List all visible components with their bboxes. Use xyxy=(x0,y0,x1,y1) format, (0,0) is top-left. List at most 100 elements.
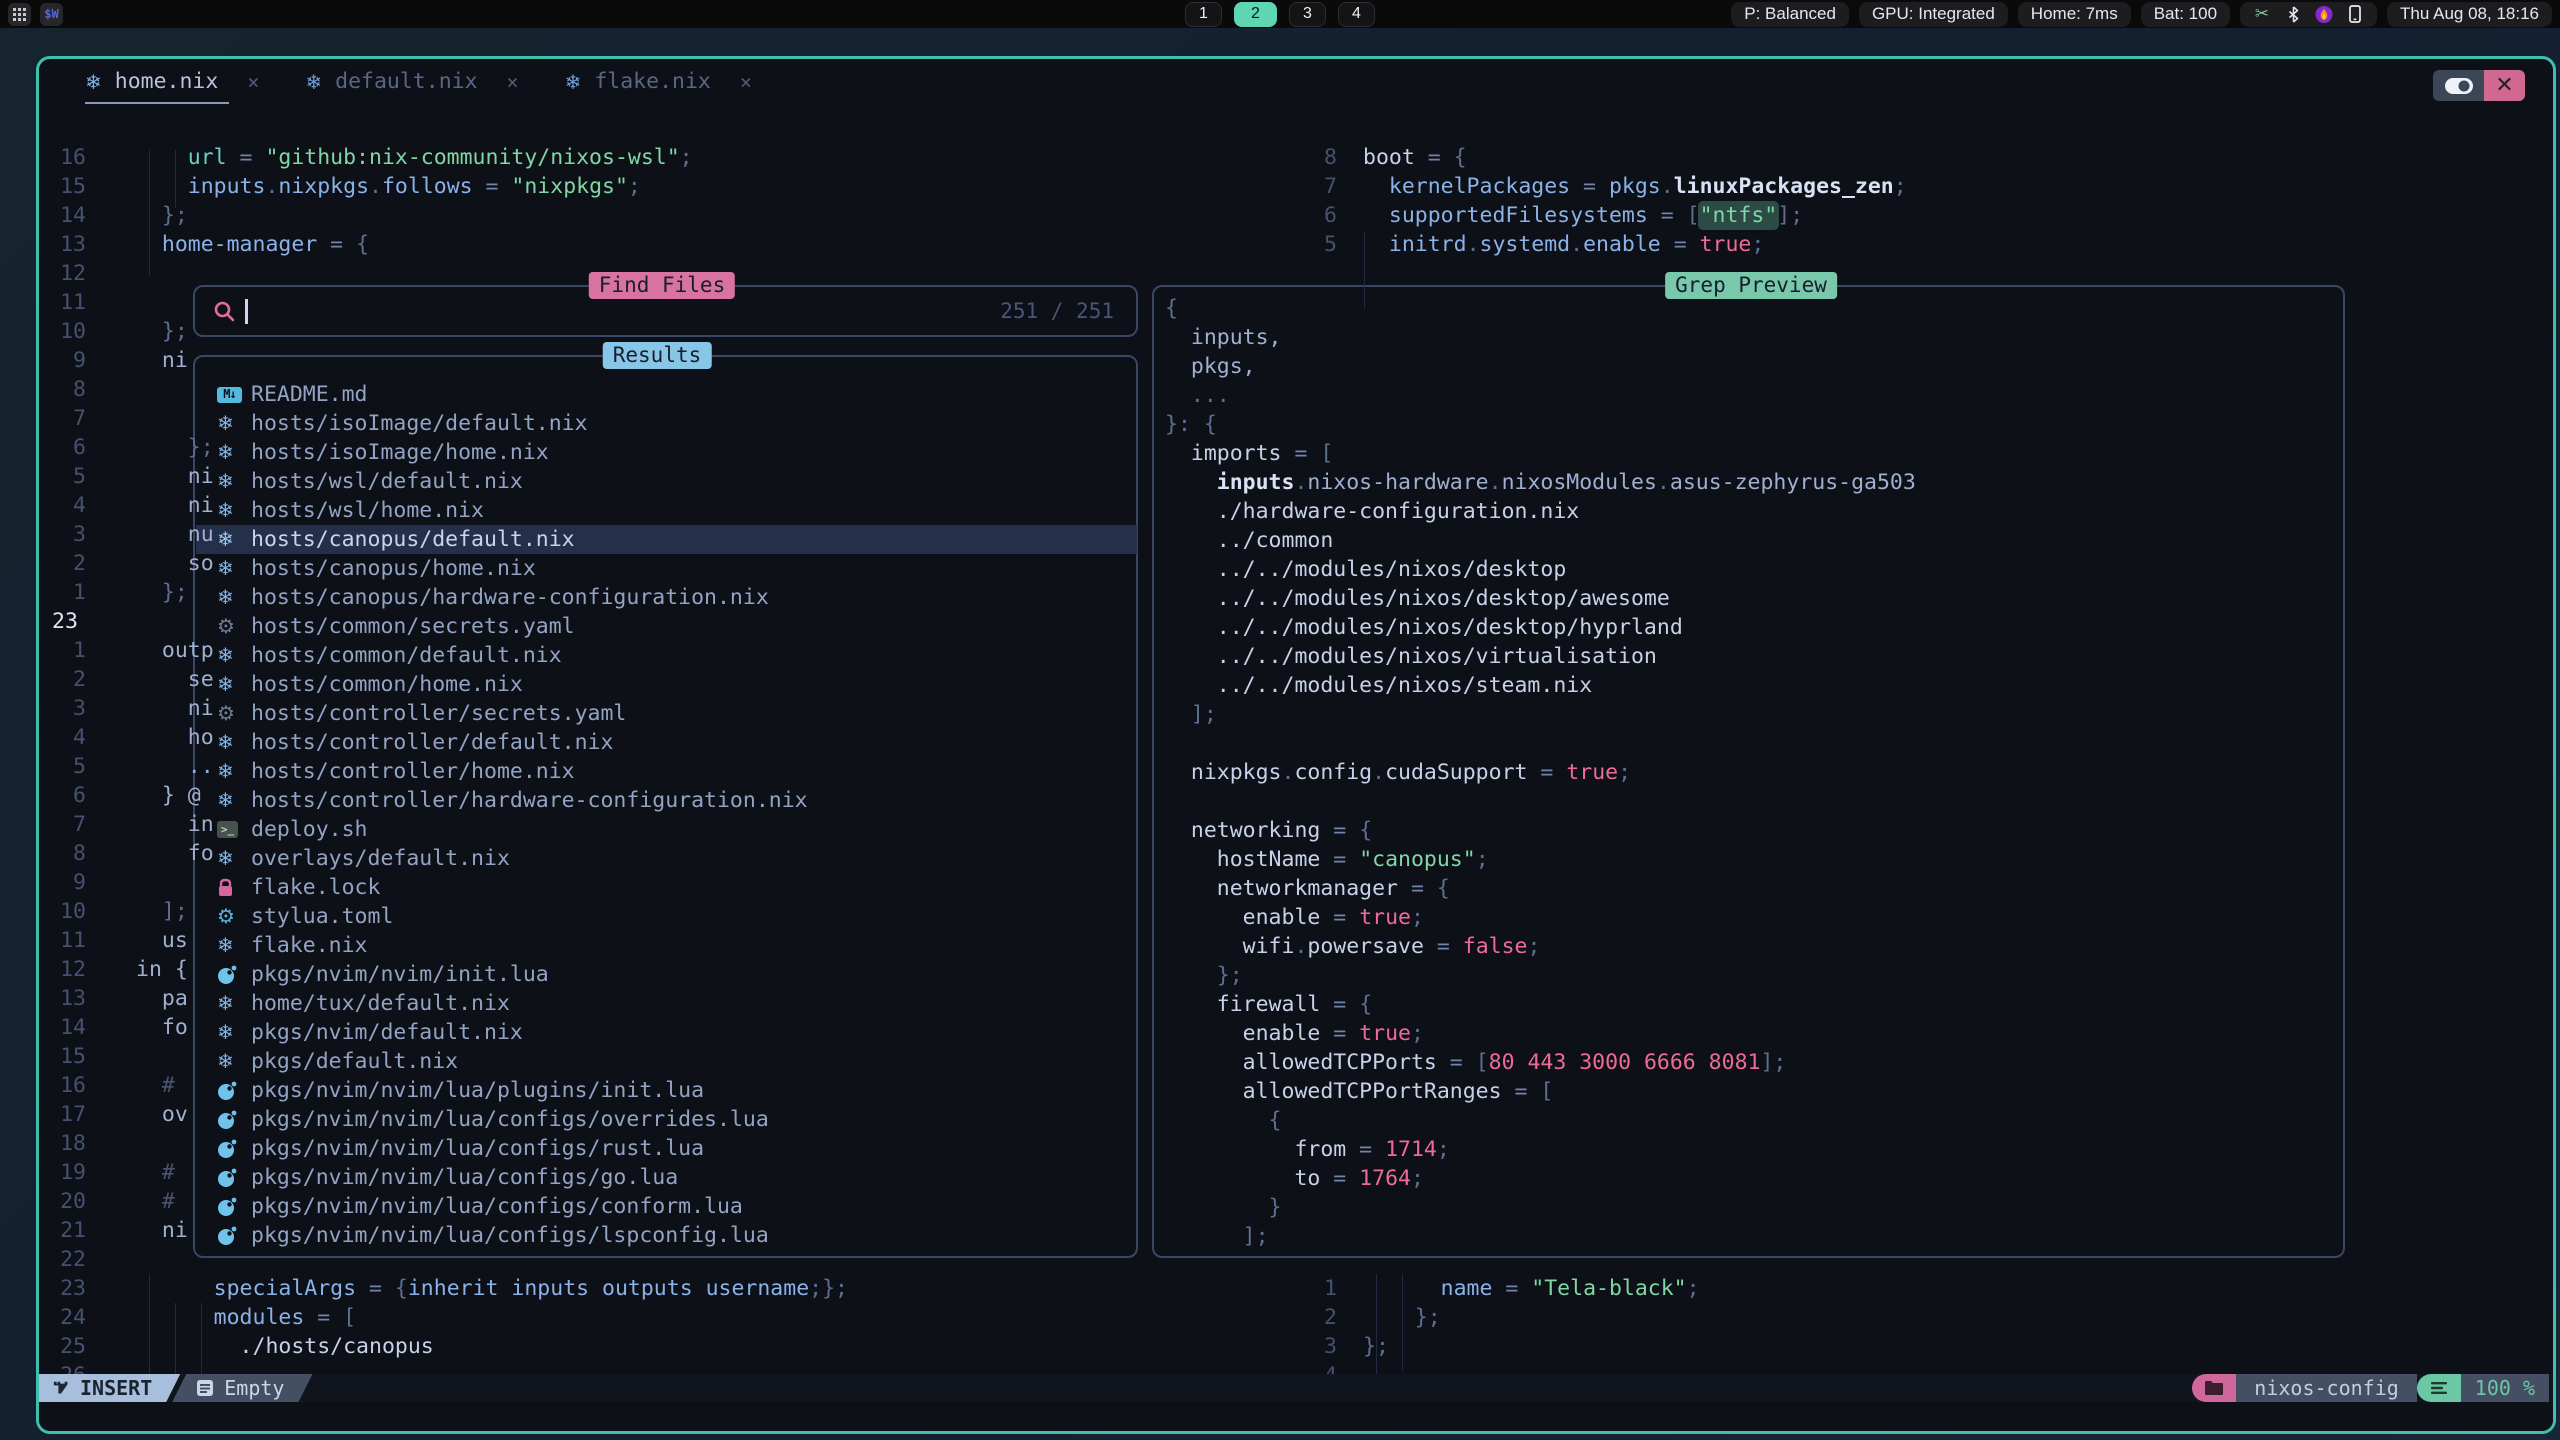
tab-flake.nix[interactable]: ❄flake.nix× xyxy=(565,59,752,104)
code-line[interactable]: 12in { xyxy=(39,955,2553,984)
code-line[interactable]: 17 ov xyxy=(39,1100,2553,1129)
status-pill-2: Home: 7ms xyxy=(2018,2,2131,27)
code-line[interactable]: 5 initrd.systemd.enable = true; xyxy=(39,230,2553,259)
code-line[interactable]: 6 }; xyxy=(39,433,2553,462)
code-line[interactable]: 10 ]; xyxy=(39,897,2553,926)
code-line[interactable]: 10 }; xyxy=(39,317,2553,346)
line-number: 7 xyxy=(39,810,86,839)
code-line[interactable]: 9 xyxy=(39,868,2553,897)
status-pill-3: Bat: 100 xyxy=(2141,2,2230,27)
command-line[interactable] xyxy=(39,1402,2553,1431)
line-number: 5 xyxy=(39,752,86,781)
desktop-background: ❄home.nix×❄default.nix×❄flake.nix× ✕ 251… xyxy=(0,28,2560,1440)
close-window-button[interactable]: ✕ xyxy=(2484,70,2525,101)
line-number: 4 xyxy=(39,491,86,520)
toggle-switch-button[interactable] xyxy=(2433,70,2484,101)
workspace-button-2[interactable]: 2 xyxy=(1234,2,1277,27)
code-line[interactable]: 4 ni xyxy=(39,491,2553,520)
sw-logo-icon[interactable]: $W xyxy=(40,3,63,26)
line-number: 23 xyxy=(52,607,78,636)
code-line[interactable]: 8 fo xyxy=(39,839,2553,868)
code-line[interactable]: 21 ni xyxy=(39,1216,2553,1245)
code-line[interactable]: 4 ho xyxy=(39,723,2553,752)
code-line[interactable]: 3 nu xyxy=(39,520,2553,549)
line-number: 17 xyxy=(39,1100,86,1129)
code-line[interactable]: 16 # xyxy=(39,1071,2553,1100)
code-line[interactable]: 9 ni xyxy=(39,346,2553,375)
tab-close-icon[interactable]: × xyxy=(507,70,519,94)
line-number: 7 xyxy=(1289,172,1337,201)
vim-icon xyxy=(53,1380,70,1397)
code-line[interactable]: 14 fo xyxy=(39,1013,2553,1042)
code-line[interactable]: 7 kernelPackages = pkgs.linuxPackages_ze… xyxy=(39,172,2553,201)
code-line[interactable]: 15 xyxy=(39,1042,2553,1071)
code-line[interactable]: 7 in xyxy=(39,810,2553,839)
workspace-button-1[interactable]: 1 xyxy=(1185,2,1222,27)
code-line[interactable]: 19 # xyxy=(39,1158,2553,1187)
indent-guide xyxy=(175,150,176,208)
code-line[interactable]: 5 ni xyxy=(39,462,2553,491)
code-line[interactable]: 11 us xyxy=(39,926,2553,955)
line-number: 18 xyxy=(39,1129,86,1158)
code-line[interactable]: 1 outp xyxy=(39,636,2553,665)
code-line[interactable]: 2 }; xyxy=(39,1303,2553,1332)
code-line[interactable]: 2 so xyxy=(39,549,2553,578)
scissors-icon[interactable]: ✂ xyxy=(2253,4,2271,24)
line-number: 12 xyxy=(39,259,86,288)
line-number: 3 xyxy=(1289,1332,1337,1361)
system-tray: ✂ xyxy=(2240,2,2377,27)
workspace-button-4[interactable]: 4 xyxy=(1338,2,1375,27)
tab-label: home.nix xyxy=(115,69,219,94)
tab-close-icon[interactable]: × xyxy=(740,70,752,94)
code-line[interactable]: 11 xyxy=(39,288,2553,317)
tab-label: default.nix xyxy=(335,69,477,94)
clock[interactable]: Thu Aug 08, 18:16 xyxy=(2387,2,2552,27)
code-line[interactable]: 2 se xyxy=(39,665,2553,694)
nix-icon: ❄ xyxy=(305,70,322,94)
line-number: 22 xyxy=(39,1245,86,1274)
code-line[interactable]: 6 supportedFilesystems = ["ntfs"]; xyxy=(39,201,2553,230)
document-icon xyxy=(196,1379,214,1397)
workspace-button-3[interactable]: 3 xyxy=(1289,2,1326,27)
scroll-percent: 100 % xyxy=(2461,1374,2549,1402)
line-number: 6 xyxy=(1289,201,1337,230)
indent-guide xyxy=(1402,1274,1403,1371)
code-line[interactable]: 18 xyxy=(39,1129,2553,1158)
nix-icon: ❄ xyxy=(85,70,102,94)
status-pill-0: P: Balanced xyxy=(1731,2,1849,27)
line-number: 5 xyxy=(39,462,86,491)
code-line[interactable]: 3}; xyxy=(39,1332,2553,1361)
code-line[interactable]: 5 .. xyxy=(39,752,2553,781)
line-number: 19 xyxy=(39,1158,86,1187)
editor-area: 251 / 251 Find Files M↓README.md❄hosts/i… xyxy=(39,104,2553,1374)
line-number: 11 xyxy=(39,926,86,955)
flame-icon[interactable] xyxy=(2315,5,2333,24)
file-state: Empty xyxy=(172,1374,312,1402)
line-number: 12 xyxy=(39,955,86,984)
apps-grid-icon[interactable] xyxy=(8,3,31,26)
line-number: 13 xyxy=(39,984,86,1013)
code-line[interactable]: 12 xyxy=(39,259,2553,288)
tab-close-icon[interactable]: × xyxy=(247,70,259,94)
code-line[interactable]: 23 xyxy=(39,607,2553,636)
tab-home.nix[interactable]: ❄ home.nix × xyxy=(85,59,259,104)
code-line[interactable]: 22 xyxy=(39,1245,2553,1274)
find-files-title: Find Files xyxy=(589,272,735,299)
code-line[interactable]: 8 xyxy=(39,375,2553,404)
code-line[interactable]: 7 xyxy=(39,404,2553,433)
project-segment xyxy=(2192,1374,2236,1402)
indent-guide xyxy=(1364,231,1365,309)
tab-default.nix[interactable]: ❄ default.nix × xyxy=(305,59,518,104)
code-line[interactable]: 3 ni xyxy=(39,694,2553,723)
indent-guide xyxy=(201,1303,202,1380)
phone-icon[interactable] xyxy=(2346,5,2364,23)
line-number: 15 xyxy=(39,1042,86,1071)
code-line[interactable]: 8boot = { xyxy=(39,143,2553,172)
code-line[interactable]: 20 # xyxy=(39,1187,2553,1216)
code-line[interactable]: 13 pa xyxy=(39,984,2553,1013)
code-line[interactable]: 6 } @ xyxy=(39,781,2553,810)
code-line[interactable]: 1 }; xyxy=(39,578,2553,607)
bluetooth-icon[interactable] xyxy=(2284,6,2302,23)
code-line[interactable]: 1 name = "Tela-black"; xyxy=(39,1274,2553,1303)
line-number: 1 xyxy=(1289,1274,1337,1303)
